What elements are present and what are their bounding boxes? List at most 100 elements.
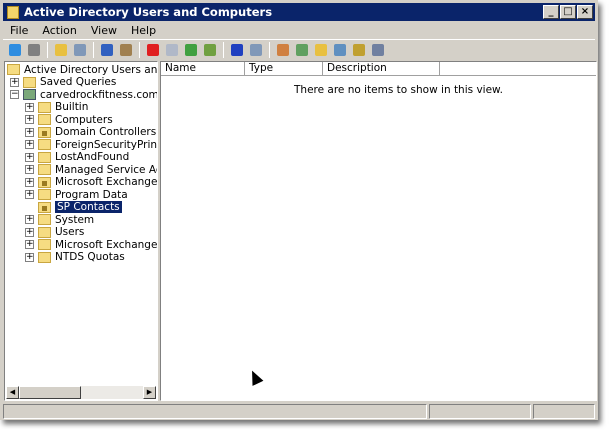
toolbar: [3, 39, 595, 59]
tree-item[interactable]: + Program Data: [25, 188, 128, 201]
refresh-button[interactable]: [183, 42, 199, 58]
folder-icon: [23, 76, 36, 88]
tree-item[interactable]: + System: [25, 213, 94, 226]
tree-item-label: System: [55, 213, 95, 226]
show-action-pane-icon: [250, 43, 262, 56]
expand-toggle[interactable]: +: [25, 240, 34, 249]
expand-toggle[interactable]: −: [10, 90, 19, 99]
expand-toggle[interactable]: +: [10, 77, 19, 87]
tree-item[interactable]: + Saved Queries: [10, 76, 116, 89]
toolbar-separator: [93, 41, 94, 58]
close-button[interactable]: ×: [577, 5, 593, 19]
expand-toggle[interactable]: +: [25, 190, 34, 199]
tree-item[interactable]: + Computers: [25, 113, 113, 126]
folder-icon: [38, 151, 51, 163]
column-filler: [440, 62, 596, 76]
expand-toggle[interactable]: +: [25, 115, 34, 124]
new-user-button[interactable]: [275, 42, 291, 58]
add-to-group-button[interactable]: [370, 42, 386, 58]
show-action-pane-button[interactable]: [248, 42, 264, 58]
status-pane-2: [429, 404, 531, 419]
expand-toggle[interactable]: +: [25, 252, 34, 262]
delete-button[interactable]: [145, 42, 161, 58]
horizontal-scrollbar[interactable]: ◀ ▶: [6, 386, 156, 399]
tree-item[interactable]: Active Directory Users and Comput: [7, 63, 157, 76]
tree-item[interactable]: SP Contacts: [25, 201, 122, 214]
tree-item[interactable]: + Domain Controllers: [25, 126, 156, 139]
toolbar-separator: [139, 41, 140, 58]
find-icon: [353, 43, 365, 56]
new-user-icon: [277, 43, 289, 56]
scroll-left-button[interactable]: ◀: [6, 386, 19, 399]
properties-button[interactable]: [164, 42, 180, 58]
menu-help[interactable]: Help: [124, 24, 163, 37]
back-button[interactable]: [7, 42, 23, 58]
menu-file[interactable]: File: [3, 24, 35, 37]
tree-item-label: Program Data: [55, 188, 128, 201]
expand-toggle[interactable]: +: [25, 102, 34, 112]
show-console-tree-button[interactable]: [72, 42, 88, 58]
export-list-button[interactable]: [202, 42, 218, 58]
tree-item-label: NTDS Quotas: [55, 251, 125, 263]
scroll-right-button[interactable]: ▶: [143, 386, 156, 399]
new-group-button[interactable]: [294, 42, 310, 58]
tree-item-label: carvedrockfitness.com: [40, 88, 158, 101]
expand-toggle[interactable]: +: [25, 177, 34, 187]
expand-toggle: [25, 202, 34, 212]
help-icon: [231, 43, 243, 56]
toolbar-separator: [47, 41, 48, 58]
forward-icon: [28, 43, 40, 56]
status-bar: [3, 404, 595, 419]
tree-item[interactable]: + Users: [25, 226, 84, 239]
column-type[interactable]: Type: [245, 62, 323, 76]
tree-item[interactable]: + ForeignSecurityPrincipals: [25, 138, 158, 151]
cut-button[interactable]: [99, 42, 115, 58]
tree-item[interactable]: + Microsoft Exchange System: [25, 238, 158, 251]
tree-item-label: Microsoft Exchange System: [55, 238, 158, 251]
back-icon: [9, 43, 21, 56]
tree-item[interactable]: + NTDS Quotas: [25, 251, 125, 264]
tree-item[interactable]: + LostAndFound: [25, 151, 129, 164]
column-headers: Name Type Description: [161, 62, 596, 76]
expand-toggle[interactable]: +: [25, 215, 34, 224]
organizational-unit-icon: [38, 176, 51, 188]
forward-button[interactable]: [26, 42, 42, 58]
folder-icon: [38, 164, 51, 175]
filter-button[interactable]: [332, 42, 348, 58]
paste-button[interactable]: [118, 42, 134, 58]
folder-icon: [38, 251, 51, 263]
expand-toggle[interactable]: +: [25, 127, 34, 137]
tree-item[interactable]: + Managed Service Accounts: [25, 163, 157, 176]
menu-action[interactable]: Action: [35, 24, 83, 37]
tree-item[interactable]: + Builtin: [25, 101, 88, 114]
new-ou-button[interactable]: [313, 42, 329, 58]
up-folder-icon: [55, 43, 67, 56]
show-console-tree-icon: [74, 43, 86, 56]
export-list-icon: [204, 43, 216, 56]
add-to-group-icon: [372, 43, 384, 56]
tree-item-label: Microsoft Exchange Securit: [55, 176, 158, 188]
tree-item[interactable]: + Microsoft Exchange Securit: [25, 176, 158, 189]
minimize-button[interactable]: _: [543, 5, 559, 19]
maximize-button[interactable]: □: [560, 5, 576, 19]
menu-bar: File Action View Help: [3, 22, 595, 38]
tree-item-label: Users: [55, 226, 85, 238]
tree-item[interactable]: − carvedrockfitness.com: [10, 88, 158, 101]
expand-toggle[interactable]: +: [25, 140, 34, 149]
column-name[interactable]: Name: [161, 62, 245, 76]
column-description[interactable]: Description: [323, 62, 440, 76]
menu-view[interactable]: View: [84, 24, 124, 37]
help-button[interactable]: [229, 42, 245, 58]
tree-item-label: SP Contacts: [55, 201, 122, 213]
find-button[interactable]: [351, 42, 367, 58]
tree-item-label: ForeignSecurityPrincipals: [55, 138, 158, 151]
empty-message: There are no items to show in this view.: [294, 84, 503, 96]
refresh-icon: [185, 43, 197, 56]
scroll-thumb[interactable]: [19, 386, 81, 399]
up-folder-button[interactable]: [53, 42, 69, 58]
folder-icon: [38, 114, 51, 125]
expand-toggle[interactable]: +: [25, 227, 34, 237]
folder-icon: [38, 139, 51, 150]
expand-toggle[interactable]: +: [25, 152, 34, 162]
expand-toggle[interactable]: +: [25, 165, 34, 174]
